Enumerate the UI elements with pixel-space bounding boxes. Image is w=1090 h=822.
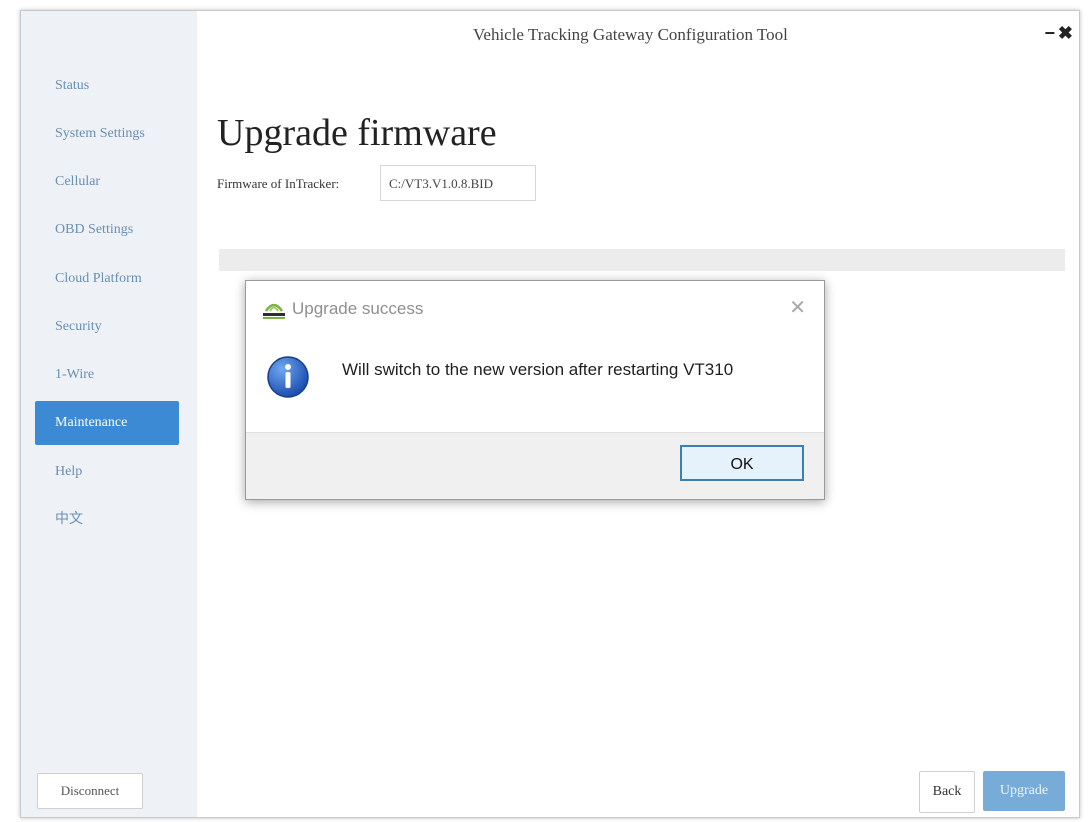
minimize-button[interactable]: − — [1044, 23, 1055, 44]
sidebar-item-security[interactable]: Security — [35, 305, 179, 349]
sidebar-item-obd-settings[interactable]: OBD Settings — [35, 208, 179, 252]
sidebar-item-cellular[interactable]: Cellular — [35, 160, 179, 204]
sidebar-item-help[interactable]: Help — [35, 450, 179, 494]
sidebar: Status System Settings Cellular OBD Sett… — [21, 11, 197, 817]
close-button[interactable]: ✖ — [1058, 23, 1073, 44]
dialog-message: Will switch to the new version after res… — [342, 360, 734, 379]
info-icon — [267, 356, 309, 398]
firmware-file-field[interactable]: C:/VT3.V1.0.8.BID — [380, 165, 536, 201]
sidebar-item-status[interactable]: Status — [35, 64, 179, 108]
dialog-footer: OK — [246, 432, 824, 499]
app-logo-icon — [263, 303, 285, 319]
sidebar-item-system-settings[interactable]: System Settings — [35, 112, 179, 156]
firmware-label: Firmware of InTracker: — [217, 176, 340, 191]
dialog-title: Upgrade success — [292, 299, 424, 318]
sidebar-item-maintenance[interactable]: Maintenance — [35, 401, 179, 445]
dialog-close-icon[interactable]: ✕ — [789, 295, 806, 320]
upgrade-button[interactable]: Upgrade — [983, 771, 1065, 811]
sidebar-item-language[interactable]: 中文 — [35, 498, 179, 542]
ok-button[interactable]: OK — [680, 445, 804, 481]
window-title: Vehicle Tracking Gateway Configuration T… — [473, 25, 788, 44]
upgrade-success-dialog: Upgrade success ✕ Will switch to the new… — [245, 280, 825, 500]
sidebar-item-cloud-platform[interactable]: Cloud Platform — [35, 257, 179, 301]
back-button[interactable]: Back — [919, 771, 975, 813]
upgrade-progress-bar — [219, 249, 1065, 271]
disconnect-button[interactable]: Disconnect — [37, 773, 143, 809]
sidebar-item-1-wire[interactable]: 1-Wire — [35, 353, 179, 397]
page-title: Upgrade firmware — [217, 112, 497, 154]
title-bar: Vehicle Tracking Gateway Configuration T… — [197, 11, 1079, 59]
